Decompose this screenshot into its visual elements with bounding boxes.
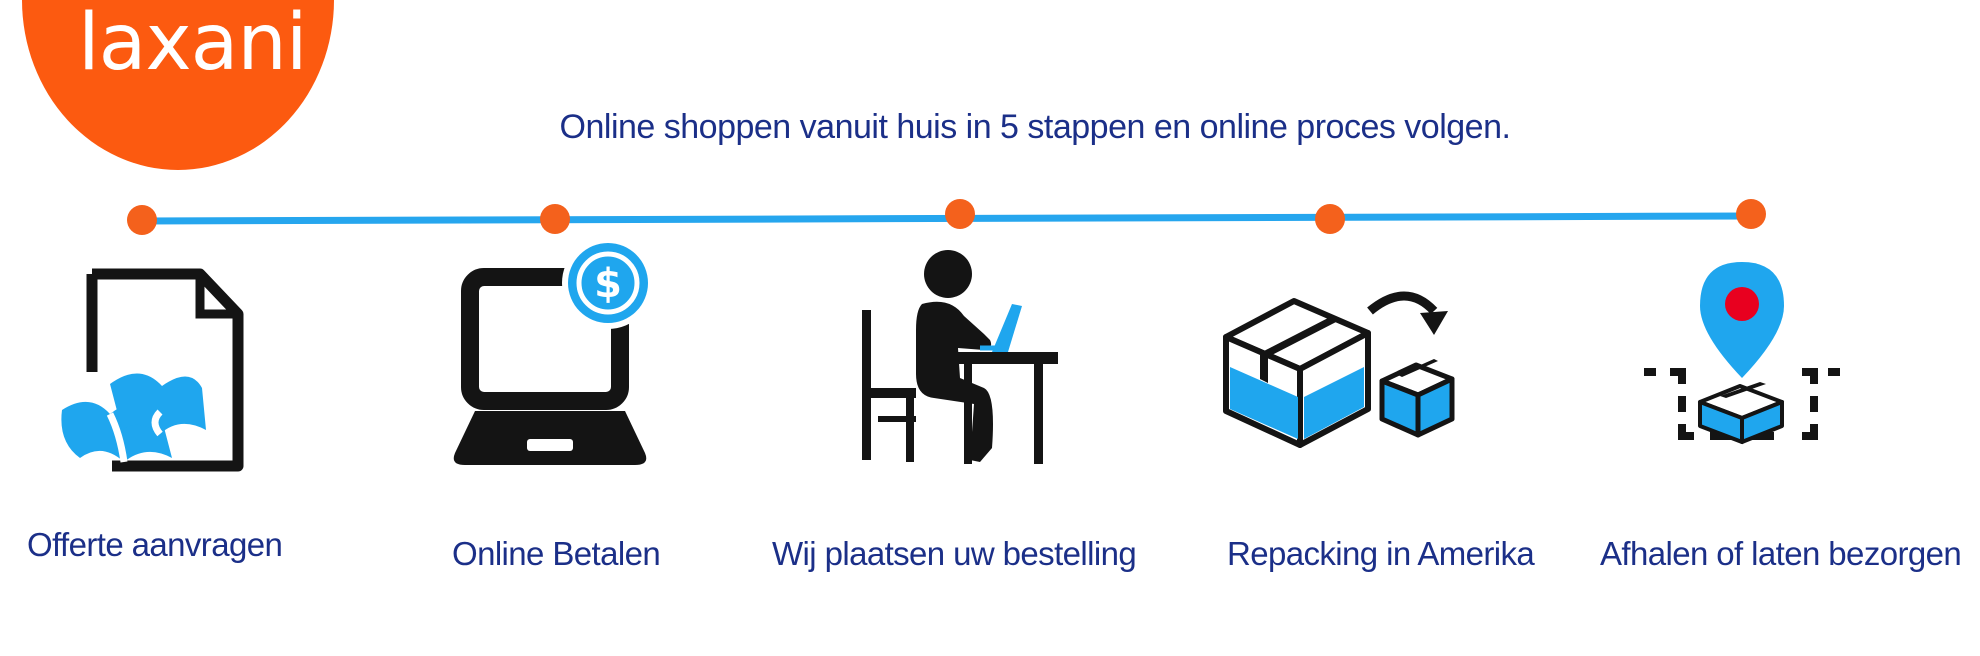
timeline-dot-4 xyxy=(1315,204,1345,234)
step-label-betalen: Online Betalen xyxy=(452,535,661,572)
timeline-dot-2 xyxy=(540,204,570,234)
svg-text:$: $ xyxy=(594,261,622,307)
pickup-location-icon xyxy=(1644,262,1840,444)
laptop-payment-icon: $ xyxy=(453,243,654,465)
quote-document-icon xyxy=(61,268,244,472)
step-label-afhalen: Afhalen of laten bezorgen xyxy=(1600,535,1962,572)
timeline-dot-5 xyxy=(1736,199,1766,229)
repacking-boxes-icon xyxy=(1223,291,1455,448)
timeline-dot-3 xyxy=(945,199,975,229)
person-ordering-icon xyxy=(862,250,1058,464)
timeline-dot-1 xyxy=(127,205,157,235)
step-label-offerte: Offerte aanvragen xyxy=(27,526,283,563)
step-label-bestelling: Wij plaatsen uw bestelling xyxy=(772,535,1137,572)
step-label-repacking: Repacking in Amerika xyxy=(1227,535,1535,572)
